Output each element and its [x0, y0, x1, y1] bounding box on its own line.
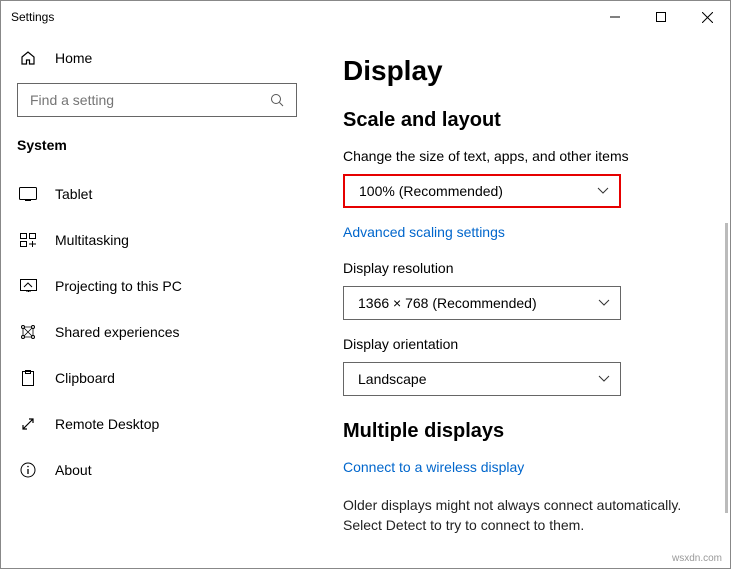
nav-list: Tablet Multitasking Projecting to this P…	[1, 171, 313, 493]
about-icon	[19, 461, 37, 479]
window-title: Settings	[11, 10, 54, 24]
chevron-down-icon	[598, 299, 610, 307]
home-nav[interactable]: Home	[1, 39, 313, 77]
chevron-down-icon	[597, 187, 609, 195]
resolution-label: Display resolution	[343, 260, 690, 276]
window-controls	[592, 1, 730, 33]
sidebar: Home System Tablet	[1, 33, 313, 568]
scrollbar[interactable]	[725, 223, 728, 513]
resolution-value: 1366 × 768 (Recommended)	[358, 295, 537, 311]
home-icon	[19, 49, 37, 67]
wireless-display-link[interactable]: Connect to a wireless display	[343, 459, 690, 475]
minimize-button[interactable]	[592, 1, 638, 33]
sidebar-item-shared[interactable]: Shared experiences	[1, 309, 313, 355]
section-scale-title: Scale and layout	[343, 109, 690, 132]
sidebar-item-label: Multitasking	[55, 232, 129, 248]
tablet-icon	[19, 185, 37, 203]
search-icon	[268, 91, 286, 109]
sidebar-item-label: Tablet	[55, 186, 92, 202]
sidebar-item-about[interactable]: About	[1, 447, 313, 493]
settings-window: Settings Home	[0, 0, 731, 569]
clipboard-icon	[19, 369, 37, 387]
multitasking-icon	[19, 231, 37, 249]
scale-dropdown[interactable]: 100% (Recommended)	[343, 174, 621, 208]
close-icon	[702, 12, 713, 23]
titlebar: Settings	[1, 1, 730, 33]
sidebar-item-clipboard[interactable]: Clipboard	[1, 355, 313, 401]
remote-icon	[19, 415, 37, 433]
search-input[interactable]	[28, 91, 268, 109]
sidebar-item-label: Clipboard	[55, 370, 115, 386]
search-box[interactable]	[17, 83, 297, 117]
section-multi-title: Multiple displays	[343, 420, 690, 443]
orientation-dropdown[interactable]: Landscape	[343, 362, 621, 396]
maximize-button[interactable]	[638, 1, 684, 33]
chevron-down-icon	[598, 375, 610, 383]
sidebar-item-projecting[interactable]: Projecting to this PC	[1, 263, 313, 309]
shared-icon	[19, 323, 37, 341]
sidebar-item-multitasking[interactable]: Multitasking	[1, 217, 313, 263]
older-displays-text: Older displays might not always connect …	[343, 495, 690, 536]
scale-label: Change the size of text, apps, and other…	[343, 148, 690, 164]
projecting-icon	[19, 277, 37, 295]
main-content: Display Scale and layout Change the size…	[313, 33, 730, 568]
sidebar-item-label: Shared experiences	[55, 324, 180, 340]
scale-value: 100% (Recommended)	[359, 183, 503, 199]
close-button[interactable]	[684, 1, 730, 33]
watermark: wsxdn.com	[672, 553, 722, 564]
sidebar-item-tablet[interactable]: Tablet	[1, 171, 313, 217]
sidebar-item-label: Projecting to this PC	[55, 278, 182, 294]
maximize-icon	[656, 12, 666, 22]
home-label: Home	[55, 50, 92, 66]
minimize-icon	[610, 12, 620, 22]
orientation-value: Landscape	[358, 371, 427, 387]
resolution-dropdown[interactable]: 1366 × 768 (Recommended)	[343, 286, 621, 320]
window-body: Home System Tablet	[1, 33, 730, 568]
sidebar-item-label: Remote Desktop	[55, 416, 159, 432]
sidebar-item-remote[interactable]: Remote Desktop	[1, 401, 313, 447]
page-title: Display	[343, 55, 690, 87]
category-label: System	[1, 129, 313, 171]
orientation-label: Display orientation	[343, 336, 690, 352]
advanced-scaling-link[interactable]: Advanced scaling settings	[343, 224, 690, 240]
sidebar-item-label: About	[55, 462, 92, 478]
